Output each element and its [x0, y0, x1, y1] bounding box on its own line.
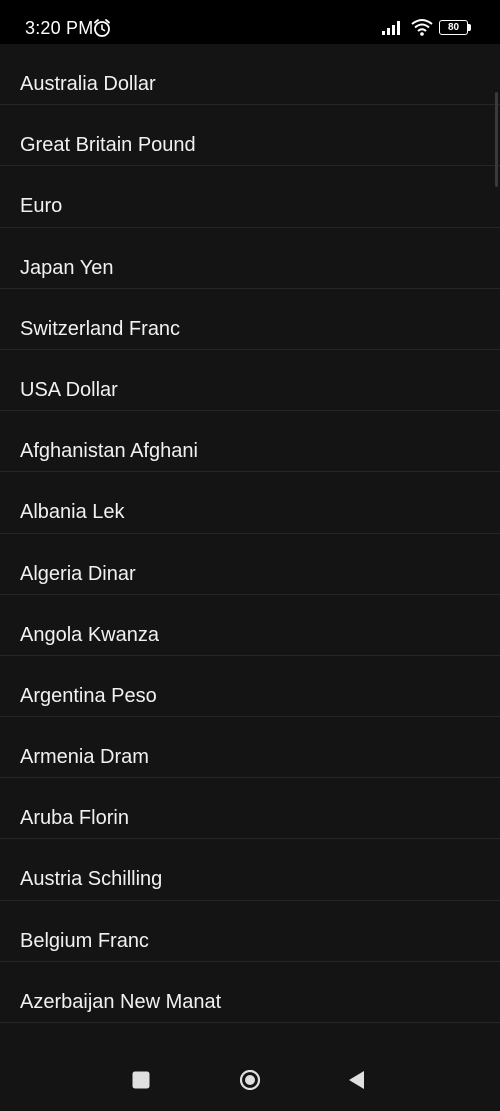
battery-cap — [468, 24, 471, 31]
list-item[interactable]: Azerbaijan New Manat — [0, 962, 500, 1023]
list-item-label: USA Dollar — [20, 378, 118, 401]
signal-icon — [382, 21, 400, 35]
list-item[interactable]: Angola Kwanza — [0, 595, 500, 656]
list-item[interactable]: Argentina Peso — [0, 656, 500, 718]
recents-button[interactable] — [111, 1050, 171, 1111]
list-item-label: Angola Kwanza — [20, 623, 159, 646]
list-item-label: Belgium Franc — [20, 929, 149, 952]
list-item-label: Armenia Dram — [20, 746, 149, 769]
list-item-label: Albania Lek — [20, 501, 125, 524]
list-item[interactable]: Belgium Franc — [0, 901, 500, 962]
home-button[interactable] — [220, 1050, 280, 1111]
list-item-label: Japan Yen — [20, 256, 114, 279]
list-item-label: Aruba Florin — [20, 807, 129, 830]
list-item-label: Austria Schilling — [20, 868, 163, 891]
list-item[interactable]: Aruba Florin — [0, 778, 500, 840]
list-item[interactable]: Japan Yen — [0, 228, 500, 289]
list-item-label: Azerbaijan New Manat — [20, 990, 222, 1013]
back-button[interactable] — [327, 1050, 387, 1111]
list-item[interactable]: Armenia Dram — [0, 717, 500, 779]
navigation-bar — [0, 1050, 500, 1111]
list-item-label: Australia Dollar — [20, 73, 156, 95]
list-item-label: Argentina Peso — [20, 684, 157, 707]
list-item-label: Afghanistan Afghani — [20, 440, 198, 463]
battery-level: 80 — [447, 22, 460, 33]
recents-icon — [132, 1071, 150, 1089]
battery-icon: 80 — [439, 20, 472, 35]
status-time: 3:20 PM — [25, 18, 94, 38]
list-item[interactable]: Switzerland Franc — [0, 289, 500, 350]
screen: 3:20 PM 80 Australia Dollar Great Britai… — [0, 0, 500, 1111]
list-item-label: Great Britain Pound — [20, 134, 196, 157]
currency-list[interactable]: Australia Dollar Great Britain Pound Eur… — [0, 44, 500, 1050]
status-bar: 3:20 PM 80 — [0, 0, 500, 44]
back-icon — [349, 1071, 364, 1089]
alarm-icon — [94, 19, 110, 37]
list-item[interactable]: Albania Lek — [0, 472, 500, 534]
list-item[interactable]: Great Britain Pound — [0, 105, 500, 167]
list-item-label: Switzerland Franc — [20, 317, 181, 340]
list-item[interactable]: Austria Schilling — [0, 839, 500, 901]
list-item[interactable]: Afghanistan Afghani — [0, 411, 500, 473]
list-item-label: Euro — [20, 195, 63, 218]
list-item[interactable]: Euro — [0, 166, 500, 228]
list-item-label: Algeria Dinar — [20, 562, 136, 585]
list-item[interactable]: USA Dollar — [0, 350, 500, 412]
scrollbar[interactable] — [495, 92, 498, 187]
list-item[interactable]: Australia Dollar — [0, 44, 500, 106]
list-item[interactable]: Algeria Dinar — [0, 534, 500, 595]
home-icon — [240, 1070, 260, 1090]
wifi-icon — [411, 19, 433, 36]
